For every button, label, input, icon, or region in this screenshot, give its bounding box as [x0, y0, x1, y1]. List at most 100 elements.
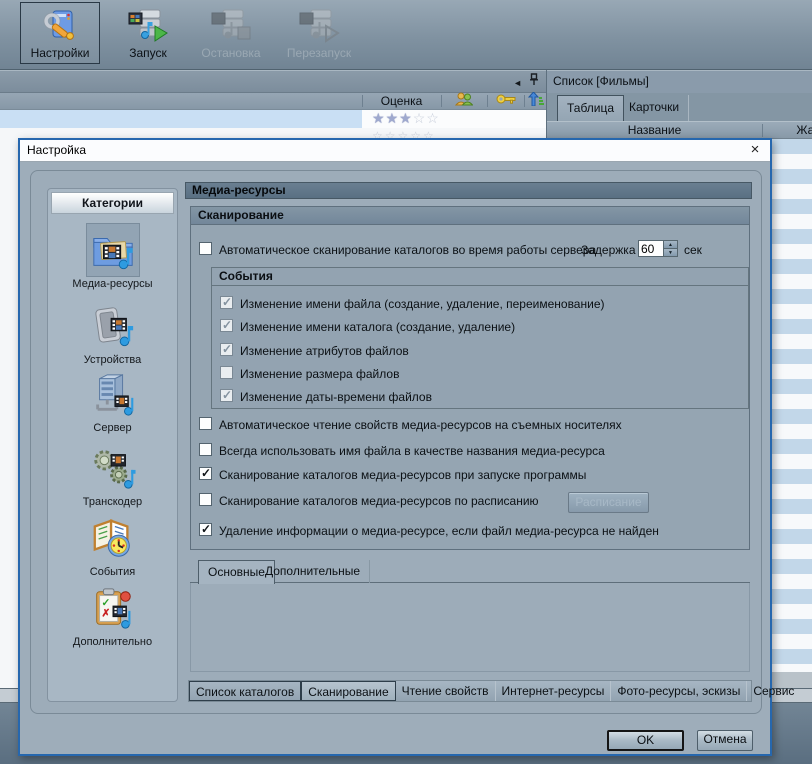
stop-icon [210, 5, 252, 46]
tab-advanced[interactable]: Дополнительные [256, 560, 370, 583]
event-datetime-checkbox[interactable] [220, 389, 233, 402]
events-group: События Изменение имени файла (создание,… [211, 267, 749, 409]
main-toolbar: Настройки Запуск [0, 0, 812, 70]
pin-icon[interactable] [529, 73, 539, 91]
tab-scanning[interactable]: Сканирование [301, 681, 395, 701]
column-header-name[interactable]: Название [547, 122, 762, 139]
view-tabs-row: Таблица Карточки [547, 93, 812, 121]
category-label: Медиа-ресурсы [48, 278, 177, 290]
scanning-group: Сканирование Автоматическое сканирование… [190, 206, 750, 550]
star-filled-icon [372, 110, 385, 128]
rating-column-header[interactable]: Оценка [362, 93, 441, 109]
star-empty-icon [413, 110, 426, 128]
tab-table[interactable]: Таблица [557, 95, 624, 121]
tab-photo-resources[interactable]: Фото-ресурсы, эскизы [611, 681, 747, 701]
event-attributes-checkbox[interactable] [220, 343, 233, 356]
spin-down-icon[interactable] [664, 249, 677, 256]
cancel-button[interactable]: Отмена [697, 730, 753, 751]
category-additional[interactable]: ✓ ✗ Дополнительно [48, 581, 177, 648]
server-icon [86, 367, 140, 421]
rating-cell[interactable] [362, 110, 546, 128]
option-label: Удаление информации о медиа-ресурсе, есл… [219, 524, 659, 538]
category-media-resources[interactable]: Медиа-ресурсы [48, 223, 177, 290]
tab-catalog-list[interactable]: Список каталогов [189, 681, 301, 701]
star-filled-icon [386, 110, 399, 128]
additional-icon: ✓ ✗ [86, 581, 140, 635]
star-filled-icon [399, 110, 412, 128]
start-button[interactable]: Запуск [110, 2, 186, 64]
list-caption-bar: Список [Фильмы] [547, 70, 812, 93]
settings-dialog: Настройка × Категории [18, 138, 772, 756]
app-window: Настройки Запуск [0, 0, 812, 764]
stop-button-label: Остановка [201, 46, 260, 60]
delay-spinner[interactable] [664, 240, 678, 257]
sort-button[interactable] [525, 93, 546, 109]
scanning-group-title: Сканирование [191, 207, 749, 225]
option-label: Автоматическое чтение свойств медиа-ресу… [219, 418, 622, 432]
key-icon [496, 92, 516, 110]
start-icon [127, 5, 169, 46]
event-label: Изменение атрибутов файлов [240, 344, 409, 358]
media-resources-icon [86, 223, 140, 277]
restart-button[interactable]: Перезапуск [274, 2, 364, 64]
collapse-arrow-icon[interactable] [513, 73, 522, 91]
events-icon [86, 511, 140, 565]
scan-on-startup-checkbox[interactable] [199, 467, 212, 480]
list-caption-label: Список [Фильмы] [553, 74, 649, 88]
category-label: Дополнительно [48, 636, 177, 648]
removable-media-checkbox[interactable] [199, 417, 212, 430]
dialog-title: Настройка [27, 143, 86, 157]
ok-button[interactable]: OK [607, 730, 684, 751]
delete-missing-checkbox[interactable] [199, 523, 212, 536]
close-icon[interactable]: × [747, 140, 763, 161]
schedule-button[interactable]: Расписание [568, 492, 649, 513]
spin-up-icon[interactable] [664, 241, 677, 249]
event-file-rename-checkbox[interactable] [220, 296, 233, 309]
users-filter-button[interactable] [442, 93, 486, 109]
rating-column-header-row: Оценка [0, 93, 546, 110]
category-server[interactable]: Сервер [48, 367, 177, 434]
tab-internet-resources[interactable]: Интернет-ресурсы [496, 681, 612, 701]
auto-scan-label: Автоматическое сканирование каталогов во… [219, 243, 596, 257]
option-label: Сканирование каталогов медиа-ресурсов пр… [219, 468, 586, 482]
page-title: Медиа-ресурсы [185, 182, 752, 199]
tab-read-properties[interactable]: Чтение свойств [396, 681, 496, 701]
category-label: Устройства [48, 354, 177, 366]
tab-service[interactable]: Сервис [747, 681, 800, 701]
dialog-titlebar[interactable]: Настройка × [20, 140, 770, 162]
settings-icon [42, 5, 78, 46]
settings-button[interactable]: Настройки [20, 2, 100, 64]
column-header-genre[interactable]: Жанр [763, 122, 812, 139]
event-dir-rename-checkbox[interactable] [220, 319, 233, 332]
category-devices[interactable]: Устройства [48, 299, 177, 366]
tab-cards[interactable]: Карточки [620, 95, 689, 121]
category-label: Сервер [48, 422, 177, 434]
category-events[interactable]: События [48, 511, 177, 578]
option-label: Всегда использовать имя файла в качестве… [219, 444, 605, 458]
access-filter-button[interactable] [488, 93, 524, 109]
restart-icon [298, 5, 340, 46]
people-icon [455, 92, 473, 111]
scan-by-schedule-checkbox[interactable] [199, 493, 212, 506]
event-size-checkbox[interactable] [220, 366, 233, 379]
movie-table-header: Название Жанр [547, 121, 812, 139]
delay-unit-label: сек [684, 243, 702, 257]
categories-panel: Категории [47, 188, 178, 702]
stop-button[interactable]: Остановка [190, 2, 272, 64]
settings-button-label: Настройки [31, 46, 90, 60]
devices-icon [86, 299, 140, 353]
events-group-title: События [212, 268, 748, 286]
sub-tab-strip: Основные Дополнительные [190, 560, 750, 583]
left-panel-caption-bar [0, 70, 546, 93]
categories-header: Категории [51, 192, 174, 214]
category-transcoder[interactable]: Транскодер [48, 441, 177, 508]
star-rating[interactable] [372, 110, 439, 128]
delay-input[interactable] [638, 240, 664, 257]
category-label: Транскодер [48, 496, 177, 508]
option-label: Сканирование каталогов медиа-ресурсов по… [219, 494, 539, 508]
auto-scan-checkbox[interactable] [199, 242, 212, 255]
selected-movie-row[interactable] [0, 110, 362, 128]
star-empty-icon [426, 110, 439, 128]
use-filename-checkbox[interactable] [199, 443, 212, 456]
event-label: Изменение даты-времени файлов [240, 390, 432, 404]
